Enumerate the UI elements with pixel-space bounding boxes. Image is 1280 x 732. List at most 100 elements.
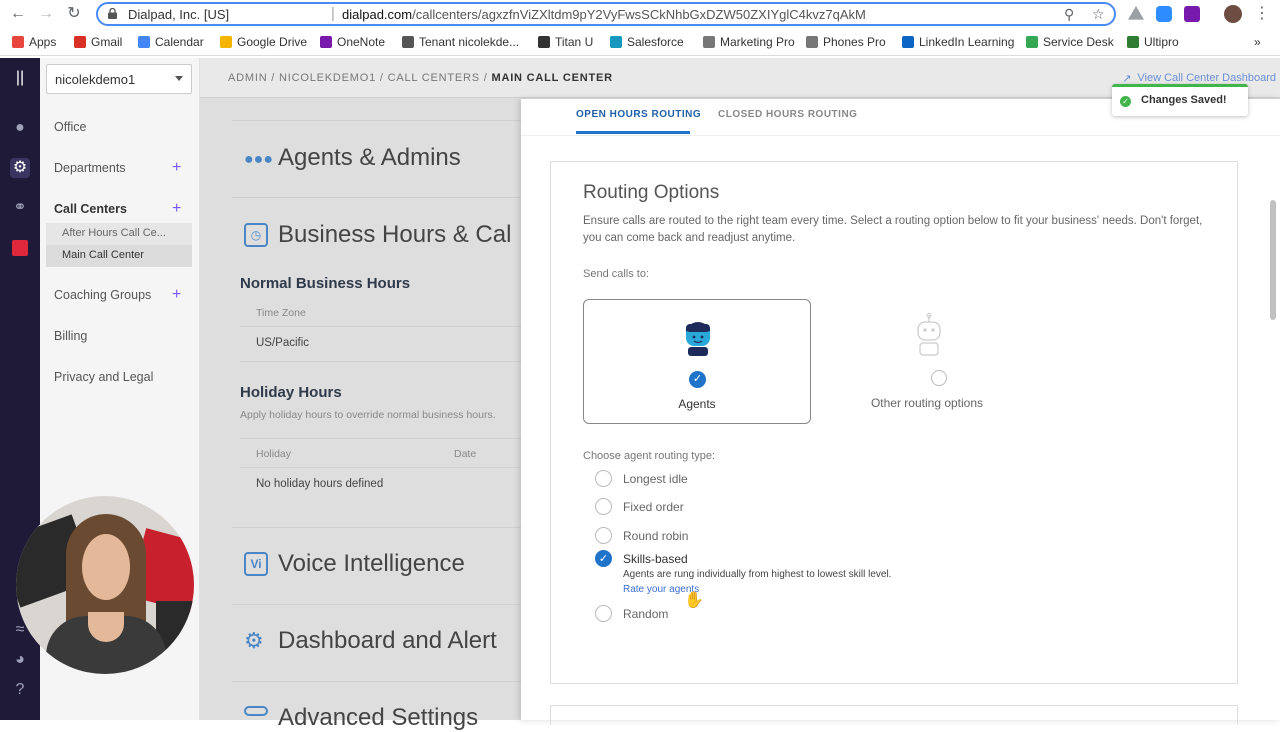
agent-routing-type-label: Choose agent routing type: — [583, 450, 716, 462]
more-menu-icon[interactable]: ⋮ — [1252, 4, 1272, 24]
voice-intelligence-icon: Vi — [244, 552, 268, 576]
radio-circle[interactable] — [595, 605, 612, 622]
dialpad-logo-icon[interactable]: || — [10, 68, 30, 88]
service-desk-icon — [1026, 36, 1038, 48]
person-icon[interactable]: ● — [10, 118, 30, 138]
robot-icon — [402, 36, 414, 48]
sidebar-item-privacy[interactable]: Privacy and Legal — [54, 370, 153, 384]
bookmark-salesforce[interactable]: Salesforce — [610, 35, 684, 49]
ultipro-rail-icon[interactable]: ◕ — [10, 650, 30, 670]
tab-open-hours-routing[interactable]: OPEN HOURS ROUTING — [576, 109, 701, 120]
add-department-icon[interactable]: + — [172, 159, 181, 177]
bookmark-google-drive[interactable]: Google Drive — [220, 35, 307, 49]
checked-radio-icon[interactable]: ✓ — [595, 550, 612, 567]
back-icon[interactable]: ← — [8, 4, 28, 24]
webcam-overlay — [16, 496, 194, 674]
sidebar-item-billing[interactable]: Billing — [54, 329, 87, 343]
bookmark-phones-pro[interactable]: Phones Pro — [806, 35, 886, 49]
bookmark-star-icon[interactable]: ☆ — [1092, 6, 1105, 23]
profile-avatar[interactable] — [1224, 5, 1242, 23]
option-other-routing-label: Other routing options — [870, 396, 984, 410]
zoom-search-icon[interactable]: ⚲ — [1064, 6, 1074, 23]
lock-icon — [108, 8, 117, 19]
holiday-hours-heading: Holiday Hours — [240, 384, 342, 401]
send-calls-label: Send calls to: — [583, 268, 650, 280]
record-app-icon[interactable] — [12, 240, 28, 256]
bookmark-ultipro[interactable]: Ultipro — [1127, 35, 1179, 49]
headset-icon[interactable]: ⚭ — [10, 198, 30, 218]
sidebar-subitem-main-call-center[interactable]: Main Call Center — [46, 245, 192, 267]
company-select[interactable]: nicolekdemo1 — [46, 64, 192, 94]
add-call-center-icon[interactable]: + — [172, 200, 181, 218]
tab-closed-hours-routing[interactable]: CLOSED HOURS ROUTING — [718, 109, 857, 120]
toggle-icon — [244, 706, 268, 716]
browser-toolbar: ← → ↻ Dialpad, Inc. [US] | dialpad.com/c… — [0, 0, 1280, 28]
radio-random[interactable]: Random — [595, 605, 668, 622]
routing-options-title: Routing Options — [583, 182, 720, 203]
agents-section-title[interactable]: Agents & Admins — [278, 144, 461, 172]
onenote-icon — [320, 36, 332, 48]
clock-icon: ◷ — [244, 223, 268, 247]
sidebar-item-office[interactable]: Office — [54, 120, 86, 134]
option-other-routing[interactable]: Other routing options — [813, 299, 1041, 424]
sidebar-item-departments[interactable]: Departments — [54, 161, 126, 175]
chevron-down-icon — [175, 76, 183, 81]
radio-skills-based[interactable]: ✓ Skills-based — [595, 550, 688, 567]
changes-saved-toast: ✓ Changes Saved! — [1112, 84, 1248, 116]
bookmark-tenant-nicolekde[interactable]: Tenant nicolekde... — [402, 35, 519, 49]
date-column-header: Date — [454, 448, 477, 460]
help-icon[interactable]: ? — [10, 680, 30, 700]
sidebar-item-call-centers[interactable]: Call Centers — [54, 202, 127, 216]
voice-intelligence-title[interactable]: Voice Intelligence — [278, 550, 465, 578]
bookmark-onenote[interactable]: OneNote — [320, 35, 385, 49]
radio-circle[interactable] — [595, 527, 612, 544]
settings-gear-icon[interactable]: ⚙ — [10, 158, 30, 178]
add-coaching-group-icon[interactable]: + — [172, 286, 181, 304]
robot-icon — [917, 313, 941, 356]
bookmark-linkedin-learning[interactable]: LinkedIn Learning — [902, 35, 1014, 49]
dashboard-gear-icon: ⚙ — [244, 628, 264, 653]
advanced-settings-title[interactable]: Advanced Settings — [278, 704, 478, 732]
holiday-column-header: Holiday — [256, 448, 292, 460]
option-agents[interactable]: ✓ Agents — [583, 299, 811, 424]
address-bar[interactable]: Dialpad, Inc. [US] | dialpad.com/callcen… — [96, 2, 1116, 26]
zoom-extension-icon[interactable] — [1156, 6, 1172, 22]
sidebar-item-coaching-groups[interactable]: Coaching Groups — [54, 288, 151, 302]
titan-icon — [538, 36, 550, 48]
business-hours-title[interactable]: Business Hours & Cal — [278, 221, 511, 249]
apps-grid-icon — [12, 36, 24, 48]
bookmarks-bar: Apps Gmail Calendar Google Drive OneNote Tena… — [0, 30, 1280, 56]
bookmark-marketing-pro[interactable]: Marketing Pro — [703, 35, 795, 49]
bookmark-apps[interactable]: Apps — [12, 35, 56, 49]
radio-round-robin[interactable]: Round robin — [595, 527, 688, 544]
drive-icon — [220, 36, 232, 48]
radio-circle[interactable] — [595, 470, 612, 487]
bookmark-service-desk[interactable]: Service Desk — [1026, 35, 1114, 49]
google-icon — [138, 36, 150, 48]
page-scrollbar[interactable] — [1270, 200, 1276, 320]
sidebar-subitem-after-hours[interactable]: After Hours Call Ce... — [46, 223, 192, 245]
dashboard-alerts-title[interactable]: Dashboard and Alert — [278, 627, 497, 655]
success-check-icon: ✓ — [1120, 96, 1131, 107]
radio-fixed-order[interactable]: Fixed order — [595, 498, 684, 515]
forward-icon[interactable]: → — [36, 4, 56, 24]
no-holidays-text: No holiday hours defined — [256, 478, 384, 490]
holiday-desc: Apply holiday hours to override normal b… — [240, 409, 496, 421]
separator: | — [331, 5, 335, 22]
active-tab-indicator — [576, 131, 690, 134]
gmail-icon — [74, 36, 86, 48]
bookmark-calendar[interactable]: Calendar — [138, 35, 204, 49]
agents-group-icon: ●●● — [244, 151, 273, 168]
reload-icon[interactable]: ↻ — [64, 4, 84, 24]
radio-circle[interactable] — [595, 498, 612, 515]
routing-options-desc: Ensure calls are routed to the right tea… — [583, 215, 1203, 244]
skills-based-help: Agents are rung individually from highes… — [623, 569, 892, 580]
onenote-extension-icon[interactable] — [1184, 6, 1200, 22]
bookmark-titan-u[interactable]: Titan U — [538, 35, 593, 49]
bookmark-gmail[interactable]: Gmail — [74, 35, 122, 49]
more-bookmarks-icon[interactable]: » — [1254, 35, 1261, 49]
drive-extension-icon[interactable] — [1128, 6, 1144, 20]
radio-longest-idle[interactable]: Longest idle — [595, 470, 688, 487]
url-text: dialpad.com/callcenters/agxzfnViZXltdm9p… — [342, 7, 866, 22]
other-routing-radio[interactable] — [931, 370, 947, 386]
